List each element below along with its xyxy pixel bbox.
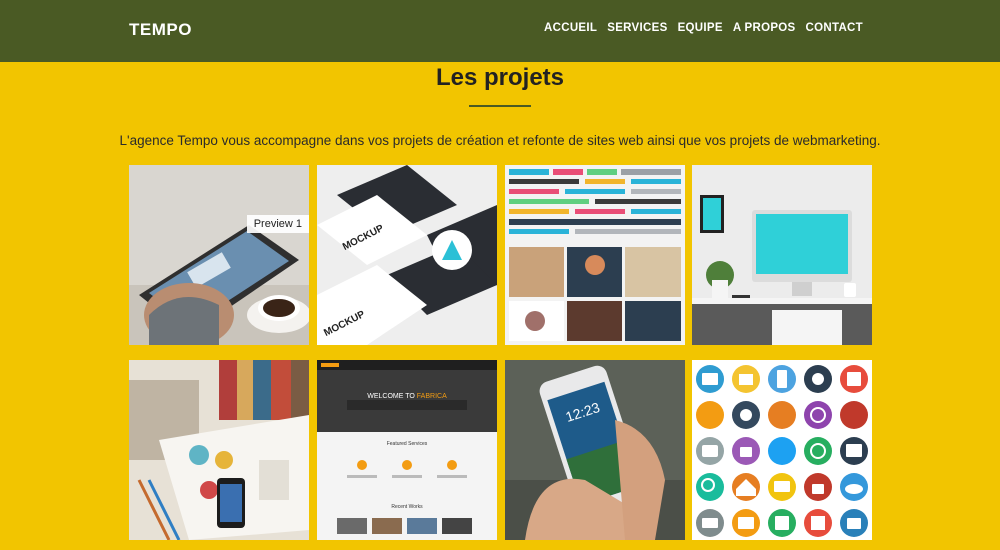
preview-badge: Preview 1 — [246, 215, 309, 233]
project-tile-mobile[interactable]: 12:23 — [505, 360, 685, 540]
nav-item-equipe[interactable]: EQUIPE — [678, 22, 723, 34]
workspace-photo — [692, 165, 872, 345]
fabrica-section: Featured Services — [387, 441, 428, 447]
ui-kit-screenshot — [505, 165, 685, 345]
project-tile-ui-kit[interactable] — [505, 165, 685, 345]
navbar: TEMPO ACCUEIL SERVICES EQUIPE A PROPOS C… — [0, 0, 1000, 62]
main-nav: ACCUEIL SERVICES EQUIPE A PROPOS CONTACT — [544, 22, 863, 34]
fabrica-welcome: WELCOME TO FABRICA — [367, 393, 447, 400]
project-tile-branding[interactable] — [129, 360, 309, 540]
nav-item-a-propos[interactable]: A PROPOS — [733, 22, 796, 34]
mobile-photo: 12:23 — [505, 360, 685, 540]
project-tile-workspace[interactable] — [692, 165, 872, 345]
business-cards-photo: MOCKUP MOCKUP — [317, 165, 497, 345]
section-title: Les projets — [435, 64, 565, 91]
branding-photo — [129, 360, 309, 540]
project-tile-icons[interactable] — [692, 360, 872, 540]
website-screenshot: WELCOME TO FABRICA Featured Services Rec… — [317, 360, 497, 540]
project-tile-website[interactable]: WELCOME TO FABRICA Featured Services Rec… — [317, 360, 497, 540]
title-divider — [469, 105, 531, 107]
project-tile-tablet[interactable]: Preview 1 — [129, 165, 309, 345]
flat-icons-grid — [692, 360, 872, 540]
brand-logo[interactable]: TEMPO — [129, 20, 192, 40]
fabrica-section-2: Recent Works — [391, 504, 423, 510]
nav-item-services[interactable]: SERVICES — [607, 22, 667, 34]
tablet-photo — [129, 165, 309, 345]
nav-item-contact[interactable]: CONTACT — [806, 22, 863, 34]
nav-item-accueil[interactable]: ACCUEIL — [544, 22, 597, 34]
project-tile-business-cards[interactable]: MOCKUP MOCKUP — [317, 165, 497, 345]
section-intro: L'agence Tempo vous accompagne dans vos … — [119, 133, 881, 148]
